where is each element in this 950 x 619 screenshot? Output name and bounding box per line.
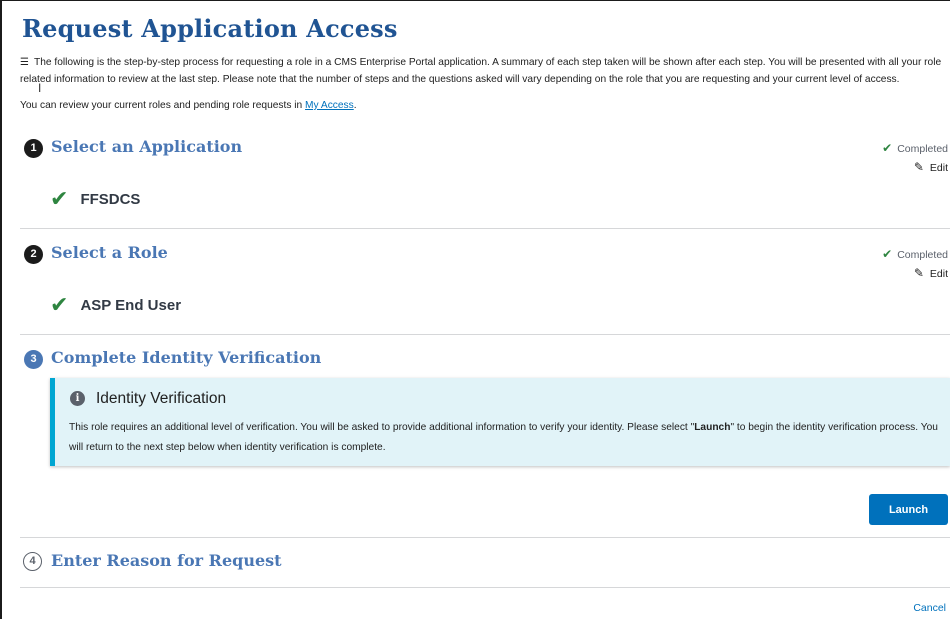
check-icon: ✔ [882,247,893,261]
step-divider [20,537,950,538]
page-title: Request Application Access [22,14,398,43]
step-2-status: ✔ Completed [882,247,948,261]
cancel-link[interactable]: Cancel [913,602,946,614]
step-divider [20,587,950,588]
text-cursor-icon: I [38,81,42,95]
check-icon: ✔ [50,292,69,317]
edit-label: Edit [929,162,948,174]
roles-text: You can review your current roles and pe… [20,100,306,111]
status-label: Completed [897,143,948,155]
step-1-summary: ✔ FFSDCS [50,186,140,212]
intro-text: The following is the step-by-step proces… [20,57,942,85]
edit-label: Edit [929,268,948,280]
step-divider [20,334,950,335]
check-icon: ✔ [882,141,893,155]
my-access-link[interactable]: My Access [305,100,354,111]
step-number-4: 4 [23,552,42,571]
step-title-select-application: Select an Application [51,137,243,156]
intro-paragraph: ☰ The following is the step-by-step proce… [20,55,948,88]
status-label: Completed [897,249,948,261]
roles-paragraph: You can review your current roles and pe… [20,100,357,111]
info-icon: i [70,391,85,406]
pencil-icon: ✎ [913,266,924,280]
window-top-border [0,0,950,1]
step-title-identity-verification: Complete Identity Verification [51,348,322,367]
roles-suffix: . [353,100,357,111]
check-icon: ✔ [50,186,69,211]
window-left-border [0,0,2,619]
alert-body: This role requires an additional level o… [69,418,940,458]
step-2-summary: ✔ ASP End User [50,292,181,318]
step-number-2: 2 [24,245,43,264]
selected-application: FFSDCS [80,191,141,208]
alert-body-bold: Launch [694,422,731,433]
step-1-status: ✔ Completed [882,141,948,155]
step-title-select-role: Select a Role [51,243,168,262]
step-title-enter-reason: Enter Reason for Request [51,551,282,570]
pencil-icon: ✎ [913,160,924,174]
alert-body-text: This role requires an additional level o… [69,422,695,433]
alert-title: Identity Verification [96,390,227,407]
launch-button[interactable]: Launch [869,494,948,525]
list-icon: ☰ [20,57,29,68]
step-2-edit-button[interactable]: ✎ Edit [914,266,948,280]
selected-role: ASP End User [80,297,182,314]
step-divider [20,228,950,229]
step-1-edit-button[interactable]: ✎ Edit [914,160,948,174]
step-number-3: 3 [24,350,43,369]
step-number-1: 1 [24,139,43,158]
identity-verification-alert: i Identity Verification This role requir… [50,378,950,466]
